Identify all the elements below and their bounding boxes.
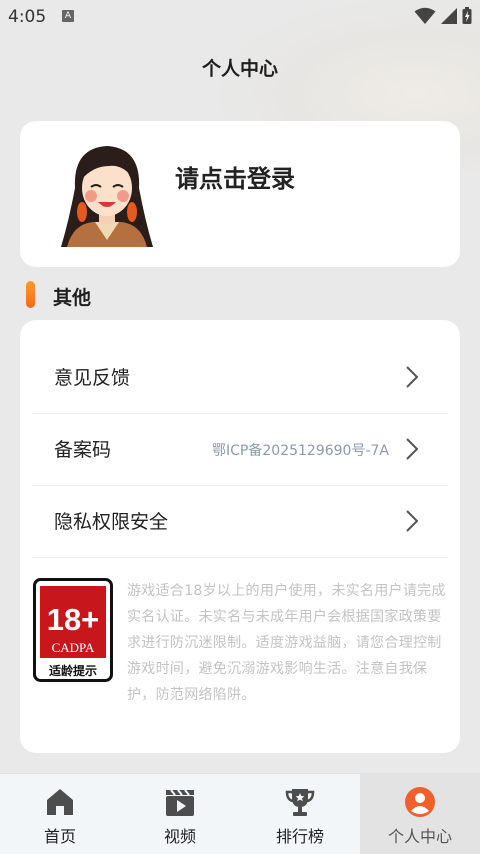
page-title: 个人中心 (201, 58, 278, 80)
home-icon (47, 789, 73, 815)
nav-label: 首页 (43, 827, 76, 846)
bottom-nav: 首页 视频 排行榜 个人中心 (0, 773, 480, 854)
profile-card[interactable]: 请点击登录 (20, 121, 460, 267)
menu-item-label: 意见反馈 (54, 367, 131, 389)
battery-icon (462, 7, 472, 24)
signal-icon (441, 8, 457, 24)
age-notice-text: 游戏适合18岁以上的用户使用，未实名用户请完成实名认证。未实名与未成年用户会根据… (127, 583, 446, 703)
chevron-right-icon (406, 366, 419, 388)
section-title: 其他 (53, 287, 92, 309)
age-rating-badge: 18+ CADPA 适龄提示 (33, 578, 113, 682)
nav-home[interactable]: 首页 (0, 774, 120, 854)
wifi-icon (414, 7, 436, 24)
chevron-right-icon (406, 438, 419, 460)
section-accent-bar (26, 281, 35, 308)
menu-item-feedback[interactable]: 意见反馈 (33, 341, 447, 414)
avatar[interactable] (53, 140, 160, 247)
menu-card: 意见反馈 备案码 鄂ICP备2025129690号-7A 隐私权限安全 18+ … (20, 320, 460, 753)
notification-icon: A (62, 10, 74, 22)
nav-label: 视频 (163, 827, 196, 846)
chevron-right-icon (406, 510, 419, 532)
status-time: 4:05 (8, 7, 47, 27)
nav-label: 排行榜 (275, 827, 324, 846)
video-icon (166, 789, 194, 816)
badge-org: CADPA (52, 640, 95, 655)
nav-video[interactable]: 视频 (120, 774, 240, 854)
nav-label: 个人中心 (387, 827, 452, 846)
status-indicators (414, 7, 472, 25)
user-icon (405, 787, 435, 817)
menu-item-label: 隐私权限安全 (54, 511, 169, 533)
badge-caption: 适龄提示 (49, 663, 97, 678)
icp-number: 鄂ICP备2025129690号-7A (212, 443, 389, 459)
login-prompt[interactable]: 请点击登录 (175, 159, 295, 194)
nav-ranking[interactable]: 排行榜 (240, 774, 360, 854)
menu-item-icp[interactable]: 备案码 鄂ICP备2025129690号-7A (33, 413, 447, 486)
age-18-badge-icon: 18+ CADPA 适龄提示 (33, 578, 113, 682)
trophy-icon (285, 789, 315, 816)
menu-item-label: 备案码 (54, 439, 112, 461)
badge-number: 18+ (47, 602, 100, 637)
nav-profile[interactable]: 个人中心 (360, 774, 480, 854)
status-bar: 4:05 A (0, 0, 480, 32)
avatar-illustration-icon (53, 140, 160, 247)
menu-item-privacy[interactable]: 隐私权限安全 (33, 485, 447, 558)
